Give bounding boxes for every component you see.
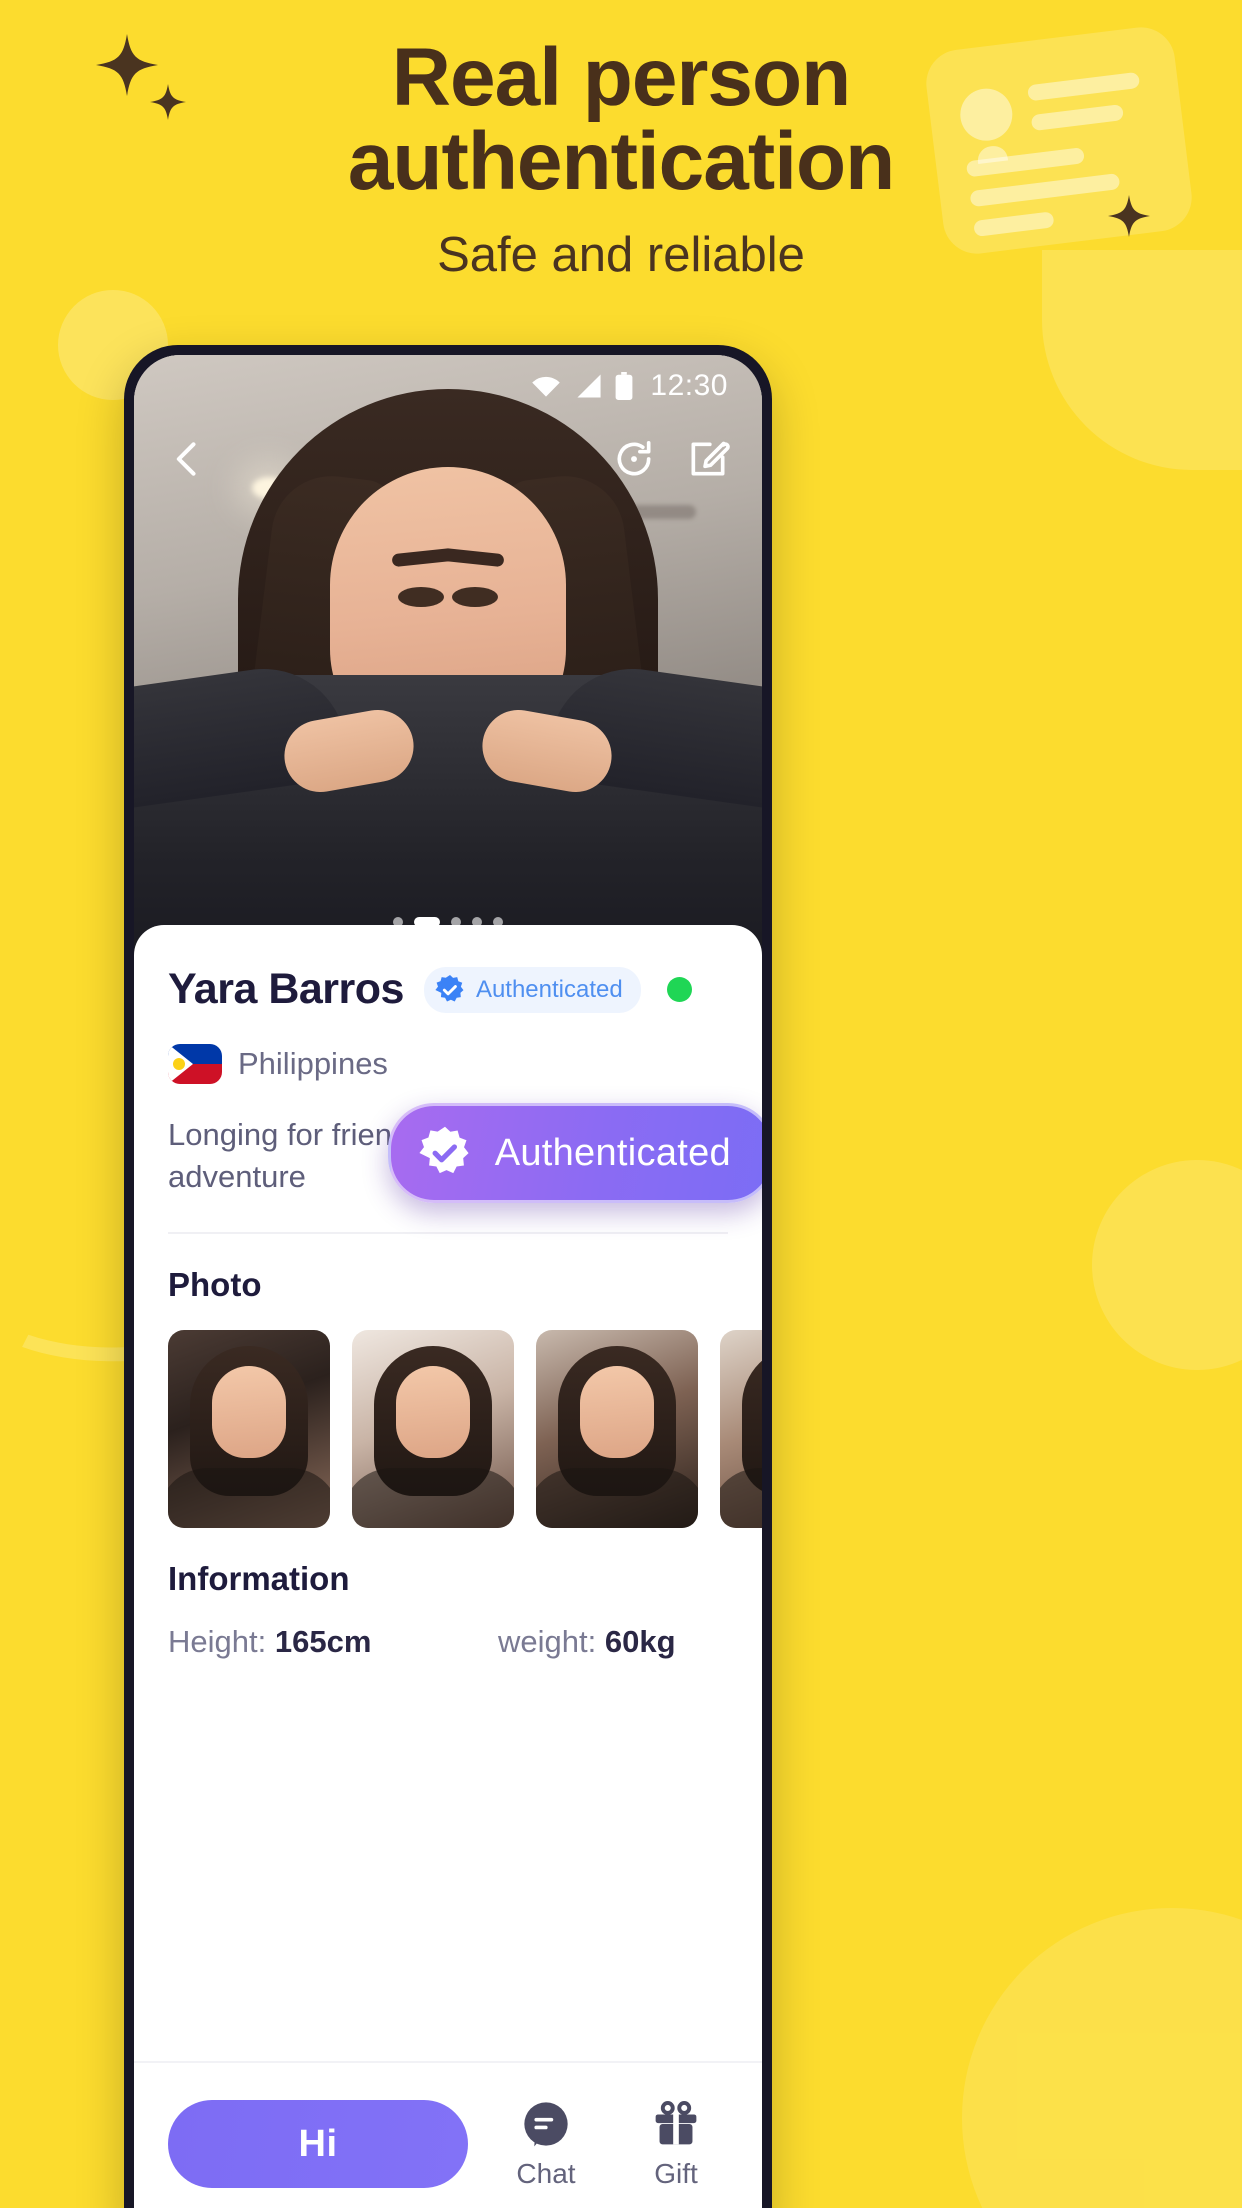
information-height-value: 165cm bbox=[274, 1623, 372, 1659]
authenticated-chip[interactable]: Authenticated bbox=[423, 966, 641, 1013]
profile-name-row: Yara Barros Authenticated bbox=[168, 965, 728, 1014]
photo-carousel-dots[interactable] bbox=[134, 917, 762, 927]
hero-eye bbox=[398, 587, 444, 607]
thumb-body bbox=[352, 1467, 514, 1528]
information-weight-value: 60kg bbox=[604, 1623, 676, 1659]
phone-screen: 12:30 Authenticated Yara Barros Authenti… bbox=[134, 355, 762, 2208]
hero-nav-actions bbox=[612, 437, 730, 481]
information-weight-label: weight: bbox=[498, 1623, 597, 1659]
hero-navigation bbox=[134, 429, 762, 489]
information-weight: weight: 60kg bbox=[498, 1624, 676, 1660]
information-section-title: Information bbox=[168, 1559, 350, 1597]
sparkle-icon bbox=[96, 34, 158, 96]
thumb-body bbox=[168, 1467, 330, 1528]
photo-thumbnail[interactable] bbox=[720, 1329, 762, 1528]
battery-icon bbox=[616, 372, 633, 400]
title-line-1: Real person bbox=[391, 32, 851, 123]
carousel-dot-active[interactable] bbox=[414, 917, 440, 927]
refresh-icon[interactable] bbox=[612, 437, 656, 481]
information-height-label: Height: bbox=[168, 1623, 267, 1659]
title-line-2: authentication bbox=[347, 116, 895, 208]
edit-icon[interactable] bbox=[686, 437, 730, 481]
thumb-face bbox=[396, 1365, 470, 1458]
photo-thumbnail[interactable] bbox=[536, 1329, 698, 1528]
status-bar-clock: 12:30 bbox=[650, 369, 728, 402]
hero-eye bbox=[452, 587, 498, 607]
photo-gallery[interactable] bbox=[168, 1329, 762, 1528]
chat-action-label: Chat bbox=[516, 2158, 576, 2189]
phone-mockup: 12:30 Authenticated Yara Barros Authenti… bbox=[124, 345, 772, 2208]
sparkle-icon bbox=[150, 84, 186, 120]
say-hi-button[interactable]: Hi bbox=[168, 2100, 468, 2188]
profile-country-label: Philippines bbox=[238, 1046, 388, 1081]
status-bar: 12:30 bbox=[134, 355, 762, 417]
thumb-face bbox=[580, 1365, 654, 1458]
gift-icon bbox=[655, 2101, 697, 2145]
photo-section-title: Photo bbox=[168, 1265, 262, 1303]
decorative-arc-bottom-right bbox=[962, 1908, 1242, 2208]
thumb-body bbox=[720, 1467, 762, 1528]
wifi-icon bbox=[532, 376, 561, 397]
information-row: Height: 165cm weight: 60kg bbox=[168, 1624, 728, 1660]
profile-country-row: Philippines bbox=[168, 1044, 728, 1084]
chevron-left-icon[interactable] bbox=[166, 437, 210, 481]
gift-action-label: Gift bbox=[654, 2158, 698, 2189]
page-title: Real person authentication bbox=[0, 32, 1242, 208]
flag-sun bbox=[173, 1058, 185, 1070]
carousel-dot[interactable] bbox=[393, 917, 403, 927]
authenticated-floating-badge: Authenticated bbox=[387, 1103, 762, 1203]
chat-action[interactable]: Chat bbox=[494, 2098, 598, 2190]
signal-icon bbox=[577, 374, 601, 398]
information-height: Height: 165cm bbox=[168, 1624, 498, 1660]
bottom-action-bar: Hi Chat Gift bbox=[134, 2061, 762, 2208]
carousel-dot[interactable] bbox=[472, 917, 482, 927]
sparkle-icon bbox=[1108, 195, 1150, 237]
page-subtitle: Safe and reliable bbox=[437, 227, 805, 282]
thumb-body bbox=[536, 1467, 698, 1528]
verified-starburst-icon bbox=[434, 974, 466, 1006]
authenticated-chip-label: Authenticated bbox=[475, 975, 623, 1003]
profile-name: Yara Barros bbox=[168, 965, 404, 1013]
authenticated-badge-label: Authenticated bbox=[494, 1131, 731, 1174]
photo-thumbnail[interactable] bbox=[168, 1329, 330, 1528]
philippines-flag-icon bbox=[168, 1044, 222, 1084]
photo-thumbnail[interactable] bbox=[352, 1329, 514, 1528]
divider bbox=[168, 1231, 728, 1234]
thumb-face bbox=[212, 1365, 286, 1458]
status-badge-online bbox=[666, 977, 692, 1002]
verified-starburst-icon bbox=[417, 1125, 473, 1181]
carousel-dot[interactable] bbox=[451, 917, 461, 927]
decorative-circle-right bbox=[1092, 1160, 1242, 1370]
gift-action[interactable]: Gift bbox=[624, 2098, 728, 2190]
carousel-dot[interactable] bbox=[493, 917, 503, 927]
chat-bubble-icon bbox=[524, 2102, 568, 2147]
promo-header: Real person authentication Safe and reli… bbox=[0, 0, 1242, 283]
decorative-wedge bbox=[1042, 250, 1242, 470]
